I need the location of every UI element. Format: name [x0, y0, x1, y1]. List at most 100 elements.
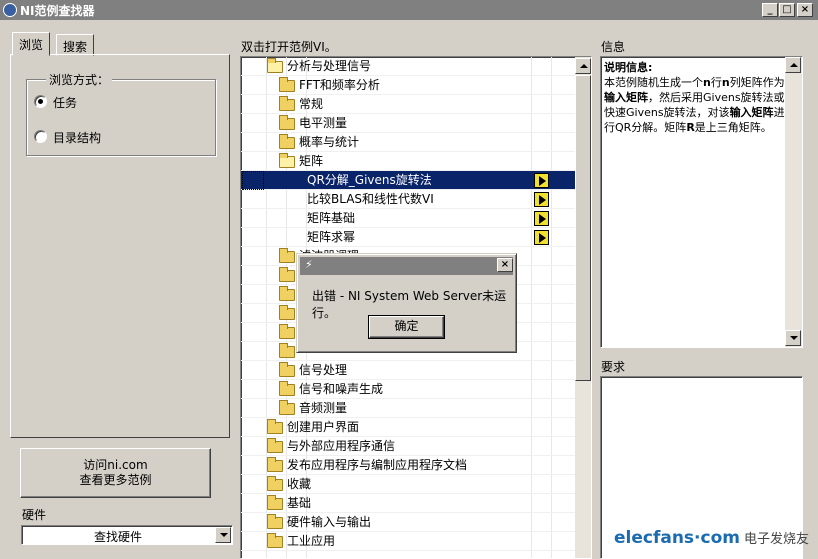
list-header: 双击打开范例VI。: [241, 40, 337, 54]
dialog-title-bar[interactable]: ⚡ ×: [300, 257, 513, 275]
row-label: 概率与统计: [299, 135, 360, 149]
category-row[interactable]: 信号和噪声生成: [241, 380, 575, 399]
vi-run-icon[interactable]: [534, 173, 549, 188]
ok-button-label: 确定: [394, 319, 419, 333]
row-label: 信号处理: [299, 363, 348, 377]
radio-task[interactable]: [34, 95, 47, 108]
dialog-close-button[interactable]: ×: [497, 258, 513, 272]
category-row[interactable]: 收藏: [241, 475, 575, 494]
ok-button[interactable]: 确定: [368, 315, 445, 339]
category-row[interactable]: FFT和频率分析: [241, 76, 575, 95]
info-text-part: R: [686, 121, 695, 134]
hardware-select-value: 查找硬件: [94, 530, 143, 544]
minimize-button[interactable]: _: [762, 3, 778, 17]
folder-icon: [279, 324, 295, 339]
folder-icon: [279, 96, 295, 111]
row-label: 发布应用程序与编制应用程序文档: [287, 458, 468, 472]
watermark-site: elecfans·com: [614, 528, 740, 548]
tab-browse-label: 浏览: [19, 38, 44, 52]
error-dialog: ⚡ × 出错 - NI System Web Server未运行。 确定: [296, 253, 517, 353]
info-scroll-up-button[interactable]: [785, 57, 801, 73]
info-text-part: n: [703, 76, 711, 89]
category-row[interactable]: 音频测量: [241, 399, 575, 418]
category-row[interactable]: 信号处理: [241, 361, 575, 380]
info-text-part: 输入矩阵: [604, 91, 648, 104]
chevron-down-icon: [220, 533, 228, 537]
info-text: 说明信息: 本范例随机生成一个n行n列矩阵作为输入矩阵，然后采用Givens旋转…: [604, 60, 786, 135]
category-row[interactable]: 分析与处理信号: [241, 57, 575, 76]
folder-icon: [279, 343, 295, 358]
vi-run-icon[interactable]: [534, 230, 549, 245]
tree-scrollbar[interactable]: [575, 57, 591, 558]
category-row[interactable]: 硬件输入与输出: [241, 513, 575, 532]
tab-browse[interactable]: 浏览: [12, 32, 51, 56]
category-row[interactable]: 常规: [241, 95, 575, 114]
info-text-part: 本范例随机生成一个: [604, 76, 703, 89]
visit-ni-line2: 查看更多范例: [79, 473, 152, 487]
row-label: 音频测量: [299, 401, 348, 415]
example-vi-row[interactable]: QR分解_Givens旋转法: [241, 171, 575, 190]
row-label: 工业应用: [287, 534, 336, 548]
example-vi-row[interactable]: 矩阵求幂: [241, 228, 575, 247]
info-scroll-down-button[interactable]: [785, 330, 801, 346]
row-label: FFT和频率分析: [299, 78, 380, 92]
tab-search[interactable]: 搜索: [56, 34, 95, 56]
requirements-label: 要求: [601, 360, 626, 374]
category-row[interactable]: 工业应用: [241, 532, 575, 551]
row-label: 矩阵基础: [307, 211, 356, 225]
category-row[interactable]: 创建用户界面: [241, 418, 575, 437]
title-bar[interactable]: NI范例查找器 _ □ ×: [0, 0, 818, 20]
dropdown-arrow-button[interactable]: [215, 527, 231, 543]
radio-task-label: 任务: [53, 96, 78, 110]
folder-icon: [279, 77, 295, 92]
tab-search-label: 搜索: [63, 40, 88, 54]
category-row[interactable]: 矩阵: [241, 152, 575, 171]
folder-icon: [279, 134, 295, 149]
folder-icon: [267, 438, 283, 453]
folder-icon: [267, 533, 283, 548]
folder-icon: [279, 305, 295, 320]
scroll-thumb[interactable]: [575, 75, 591, 381]
info-text-part: 输入矩阵: [729, 106, 774, 119]
row-label: 电平测量: [299, 116, 348, 130]
hardware-label: 硬件: [22, 508, 47, 522]
folder-icon: [279, 362, 295, 377]
row-label: 矩阵求幂: [307, 230, 356, 244]
folder-open-icon: [267, 58, 283, 73]
row-label: 收藏: [287, 477, 312, 491]
visit-ni-line1: 访问ni.com: [83, 458, 148, 472]
info-text-part: 列矩阵作为: [729, 76, 785, 89]
example-vi-row[interactable]: 比较BLAS和线性代数VI: [241, 190, 575, 209]
category-row[interactable]: 概率与统计: [241, 133, 575, 152]
row-label: QR分解_Givens旋转法: [307, 173, 432, 187]
arrow-up-icon: [790, 63, 798, 67]
category-row[interactable]: 电平测量: [241, 114, 575, 133]
info-text-part: 行: [710, 76, 722, 89]
labview-icon: ⚡: [305, 258, 313, 271]
maximize-button[interactable]: □: [779, 3, 795, 17]
scroll-up-button[interactable]: [575, 58, 591, 74]
category-row[interactable]: 发布应用程序与编制应用程序文档: [241, 456, 575, 475]
folder-open-icon: [279, 153, 295, 168]
info-scrollbar[interactable]: [785, 57, 802, 347]
radio-directory[interactable]: [34, 130, 47, 143]
watermark: elecfans·com 电子发烧友: [614, 528, 809, 548]
row-label: 分析与处理信号: [287, 59, 372, 73]
browse-mode-label: 浏览方式：: [46, 71, 113, 88]
hardware-select[interactable]: 查找硬件: [21, 525, 233, 545]
example-vi-row[interactable]: 矩阵基础: [241, 209, 575, 228]
row-label: 比较BLAS和线性代数VI: [307, 192, 434, 206]
vi-run-icon[interactable]: [534, 211, 549, 226]
folder-icon: [267, 457, 283, 472]
example-finder-window: NI范例查找器 _ □ × 浏览 搜索 浏览方式： 任务 目录结构 访问ni.c…: [0, 0, 818, 559]
vi-run-icon[interactable]: [534, 192, 549, 207]
app-icon: [3, 3, 17, 17]
close-button[interactable]: ×: [797, 3, 813, 17]
arrow-up-icon: [580, 64, 588, 68]
info-heading: 说明信息:: [604, 61, 653, 74]
row-label: 硬件输入与输出: [287, 515, 372, 529]
category-row[interactable]: 与外部应用程序通信: [241, 437, 575, 456]
folder-icon: [279, 400, 295, 415]
category-row[interactable]: 基础: [241, 494, 575, 513]
visit-ni-button[interactable]: 访问ni.com 查看更多范例: [20, 448, 211, 498]
